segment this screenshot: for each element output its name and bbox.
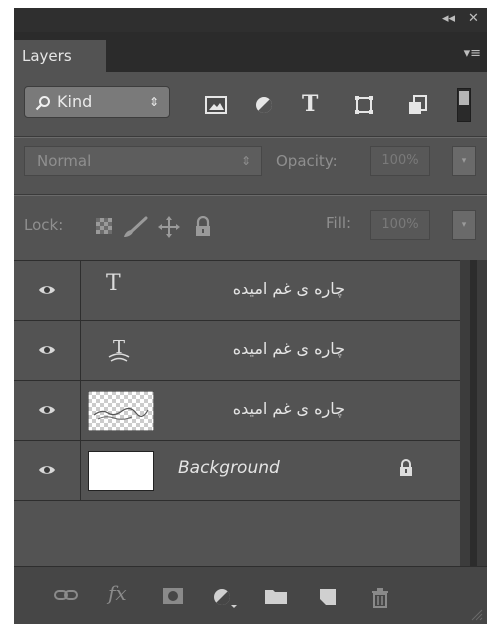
blend-mode-select[interactable]: Normal ⇕ [24, 146, 262, 176]
visibility-toggle[interactable] [14, 261, 81, 320]
lock-all-icon[interactable] [194, 216, 212, 238]
blend-row: Normal ⇕ Opacity: 100% ▾ [14, 138, 487, 188]
opacity-dropdown-button[interactable]: ▾ [452, 146, 476, 176]
smart-object-filter-icon[interactable] [404, 94, 432, 116]
scrollbar[interactable] [460, 260, 487, 566]
close-icon[interactable]: ✕ [468, 11, 479, 27]
visibility-toggle[interactable] [14, 441, 81, 500]
layer-thumbnail [88, 391, 154, 431]
warped-type-icon: T [108, 337, 130, 362]
lock-row: Lock: Fill: 100% ▾ [14, 198, 487, 258]
type-layer-thumbnail: T [106, 271, 121, 296]
panel-menu-icon[interactable]: ▾≡ [464, 46, 481, 61]
visibility-toggle[interactable] [14, 321, 81, 380]
adjustment-filter-icon[interactable] [250, 94, 278, 116]
blend-mode-label: Normal [37, 152, 92, 170]
fill-dropdown-button[interactable]: ▾ [452, 210, 476, 240]
lock-position-icon[interactable] [158, 216, 180, 238]
filter-row: Kind ⇕ T [14, 72, 487, 136]
eye-icon [39, 286, 55, 294]
layer-thumbnail [88, 451, 154, 491]
layer-row[interactable]: T چاره ی غم امیده [14, 321, 460, 381]
adjustment-layer-icon[interactable] [212, 587, 238, 609]
lock-label: Lock: [24, 216, 64, 234]
layer-row[interactable]: T چاره ی غم امیده [14, 261, 460, 321]
layers-list: T چاره ی غم امیده T چاره ی غم امیده چاره… [14, 260, 460, 567]
layer-name[interactable]: Background [178, 458, 280, 478]
fx-icon[interactable]: fx [108, 581, 127, 605]
opacity-label: Opacity: [276, 152, 338, 170]
add-mask-icon[interactable] [162, 587, 184, 605]
delete-icon[interactable] [370, 587, 390, 609]
eye-icon [39, 346, 55, 354]
updown-arrows-icon: ⇕ [240, 154, 251, 168]
panel-footer: fx [14, 566, 487, 624]
filter-toggle[interactable] [457, 88, 471, 122]
scrollbar-track [470, 260, 477, 566]
tab-layers[interactable]: Layers [14, 40, 106, 72]
eye-icon [39, 466, 55, 474]
layer-row[interactable]: Background [14, 441, 460, 501]
fill-field[interactable]: 100% [370, 210, 430, 240]
lock-icon[interactable] [398, 458, 414, 478]
fill-label: Fill: [326, 214, 352, 232]
new-group-icon[interactable] [264, 587, 288, 605]
lock-transparent-icon[interactable] [94, 216, 114, 236]
opacity-field[interactable]: 100% [370, 146, 430, 176]
tab-bar: Layers ▾≡ [14, 32, 487, 72]
search-icon [35, 96, 50, 111]
layer-row[interactable]: چاره ی غم امیده [14, 381, 460, 441]
divider [14, 195, 487, 196]
panel-titlebar: ◂◂ ✕ [14, 8, 487, 32]
new-layer-icon[interactable] [318, 587, 340, 607]
layers-panel: ◂◂ ✕ Layers ▾≡ Kind ⇕ T Normal ⇕ Opacity… [14, 8, 487, 624]
layer-name[interactable]: چاره ی غم امیده [233, 279, 345, 298]
shape-filter-icon[interactable] [350, 94, 378, 116]
lock-image-brush-icon[interactable] [122, 216, 148, 238]
layer-name[interactable]: چاره ی غم امیده [233, 399, 345, 418]
link-layers-icon[interactable] [54, 587, 78, 603]
filter-kind-select[interactable]: Kind ⇕ [24, 86, 170, 118]
visibility-toggle[interactable] [14, 381, 81, 440]
eye-icon [39, 406, 55, 414]
collapse-icon[interactable]: ◂◂ [442, 11, 455, 27]
updown-arrows-icon: ⇕ [148, 95, 159, 109]
type-filter-icon[interactable]: T [302, 92, 330, 116]
layer-name[interactable]: چاره ی غم امیده [233, 339, 345, 358]
pixel-filter-icon[interactable] [202, 94, 230, 116]
filter-toggle-knob [459, 91, 469, 105]
resize-grip-icon[interactable] [469, 607, 483, 621]
filter-kind-label: Kind [57, 92, 93, 111]
